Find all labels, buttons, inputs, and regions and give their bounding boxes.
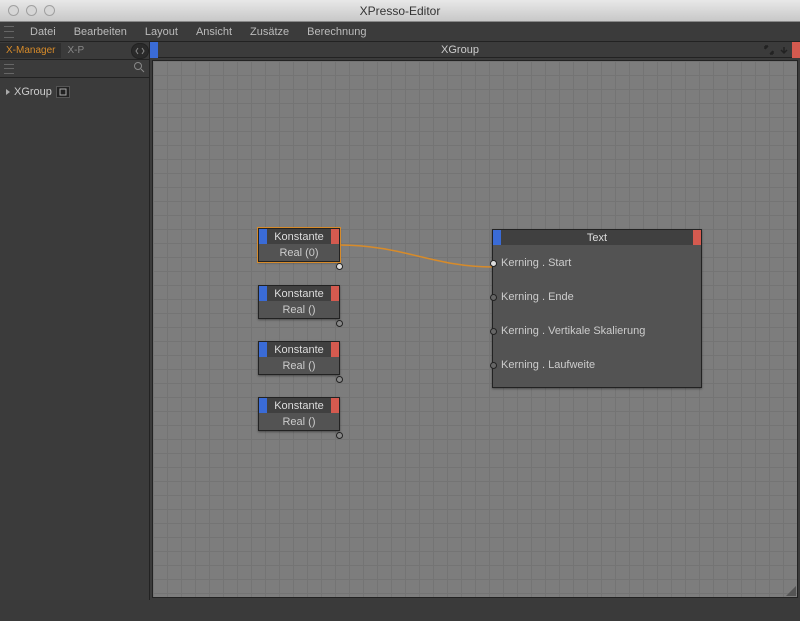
canvas-title: XGroup [158, 44, 762, 56]
tab-x-manager[interactable]: X-Manager [0, 43, 61, 58]
output-marker [331, 342, 339, 357]
node-canvas[interactable]: Konstante Real (0) Konstante Real () [152, 60, 798, 598]
input-port[interactable] [490, 260, 497, 267]
input-port-row: Kerning . Vertikale Skalierung [490, 323, 693, 339]
menu-ansicht[interactable]: Ansicht [188, 23, 240, 41]
node-title-label: Konstante [267, 398, 331, 413]
node-title[interactable]: Konstante [259, 342, 339, 357]
menu-bearbeiten[interactable]: Bearbeiten [66, 23, 135, 41]
tab-scroll-icon[interactable] [131, 43, 149, 59]
input-port[interactable] [490, 294, 497, 301]
input-marker [259, 229, 267, 244]
node-konstante-3[interactable]: Konstante Real () [258, 341, 340, 375]
sidebar-tabs: X-Manager X-P [0, 42, 149, 60]
sidebar-toolbar [0, 60, 149, 78]
node-konstante-4[interactable]: Konstante Real () [258, 397, 340, 431]
window-titlebar: XPresso-Editor [0, 0, 800, 22]
menu-datei[interactable]: Datei [22, 23, 64, 41]
tree-item-xgroup[interactable]: XGroup [6, 86, 143, 98]
input-marker [259, 342, 267, 357]
port-label: Kerning . Laufweite [501, 359, 595, 371]
port-label: Kerning . Ende [501, 291, 574, 303]
input-port[interactable] [490, 362, 497, 369]
port-label: Kerning . Start [501, 257, 571, 269]
node-icon [56, 86, 70, 98]
input-marker [259, 286, 267, 301]
node-title[interactable]: Text [493, 230, 701, 245]
menu-berechnung[interactable]: Berechnung [299, 23, 374, 41]
port-label: Kerning . Vertikale Skalierung [501, 325, 645, 337]
zoom-icon[interactable] [44, 5, 55, 16]
node-title[interactable]: Konstante [259, 398, 339, 413]
output-marker [331, 229, 339, 244]
menu-zusaetze[interactable]: Zusätze [242, 23, 297, 41]
node-output-label: Real () [282, 416, 315, 428]
output-port[interactable] [336, 376, 343, 383]
input-marker [493, 230, 501, 245]
resize-handle-icon[interactable] [786, 586, 796, 596]
tab-x-pool[interactable]: X-P [61, 43, 90, 58]
node-konstante-1[interactable]: Konstante Real (0) [258, 228, 340, 262]
expand-icon[interactable] [762, 43, 776, 57]
menu-layout[interactable]: Layout [137, 23, 186, 41]
output-port[interactable] [336, 320, 343, 327]
window-title: XPresso-Editor [0, 4, 800, 18]
sidebar-tree: XGroup [0, 78, 149, 106]
connection-wire [153, 61, 800, 621]
close-icon[interactable] [8, 5, 19, 16]
input-port[interactable] [490, 328, 497, 335]
tree-item-label: XGroup [14, 86, 52, 98]
search-icon[interactable] [133, 61, 145, 76]
input-port-row: Kerning . Ende [490, 289, 693, 305]
canvas-header-icons [762, 43, 791, 57]
sidebar: X-Manager X-P XGroup [0, 42, 150, 600]
canvas-header: XGroup [150, 42, 800, 58]
traffic-lights [8, 5, 55, 16]
output-port[interactable] [336, 263, 343, 270]
output-port[interactable] [336, 432, 343, 439]
node-title-label: Text [501, 230, 693, 245]
input-marker [259, 398, 267, 413]
minimize-icon[interactable] [26, 5, 37, 16]
node-konstante-2[interactable]: Konstante Real () [258, 285, 340, 319]
disclosure-icon[interactable] [6, 89, 10, 95]
header-input-marker [150, 42, 158, 58]
input-port-row: Kerning . Laufweite [490, 357, 693, 373]
node-title-label: Konstante [267, 229, 331, 244]
node-title[interactable]: Konstante [259, 286, 339, 301]
canvas-wrap: XGroup Konstante Real (0) [150, 42, 800, 600]
output-marker [331, 398, 339, 413]
main-area: X-Manager X-P XGroup XGroup [0, 42, 800, 600]
node-text[interactable]: Text Kerning . Start Kerning . Ende Kern… [492, 229, 702, 388]
grip-icon[interactable] [4, 64, 14, 74]
grip-icon[interactable] [4, 26, 14, 38]
node-output-label: Real (0) [279, 247, 318, 259]
output-marker [693, 230, 701, 245]
menu-bar: Datei Bearbeiten Layout Ansicht Zusätze … [0, 22, 800, 42]
node-output-label: Real () [282, 304, 315, 316]
node-output-label: Real () [282, 360, 315, 372]
node-title-label: Konstante [267, 286, 331, 301]
header-output-marker [792, 42, 800, 58]
node-title-label: Konstante [267, 342, 331, 357]
node-title[interactable]: Konstante [259, 229, 339, 244]
down-icon[interactable] [777, 43, 791, 57]
input-port-row: Kerning . Start [490, 255, 693, 271]
output-marker [331, 286, 339, 301]
